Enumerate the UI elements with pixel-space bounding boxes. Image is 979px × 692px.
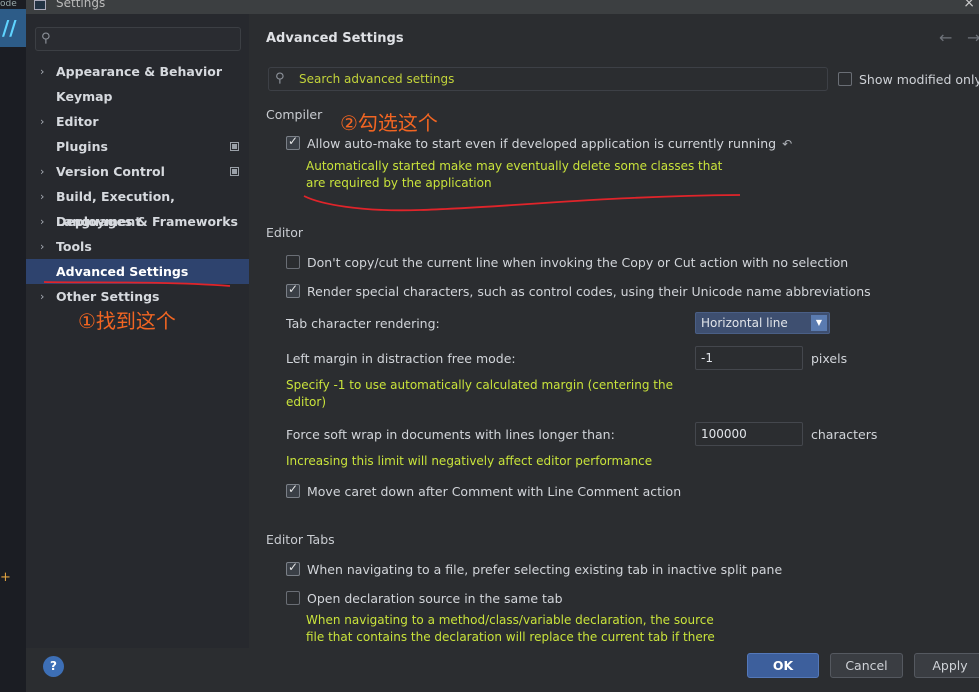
sidebar-item-label: Version Control [56, 164, 165, 179]
auto-make-hint: Automatically started make may eventuall… [306, 158, 722, 192]
chevron-right-icon[interactable]: › [40, 234, 44, 259]
advanced-settings-search[interactable]: ⚲ [268, 67, 828, 91]
sidebar-item-editor[interactable]: › Editor [26, 109, 249, 134]
left-margin-hint-line2: editor) [286, 395, 326, 409]
dialog-button-bar: ? OK Cancel Apply [26, 648, 979, 692]
auto-make-hint-line1: Automatically started make may eventuall… [306, 159, 723, 173]
project-level-icon [230, 167, 239, 176]
tab-rendering-dropdown[interactable]: Horizontal line ▼ [695, 312, 830, 334]
chevron-right-icon[interactable]: › [40, 109, 44, 134]
open-declaration-option[interactable]: Open declaration source in the same tab [286, 591, 563, 606]
move-caret-label: Move caret down after Comment with Line … [307, 484, 682, 499]
page-title: Advanced Settings [266, 31, 404, 46]
edge-top-text: ode [0, 0, 17, 8]
soft-wrap-label: Force soft wrap in documents with lines … [286, 427, 615, 442]
sidebar-item-build-execution-deployment[interactable]: › Build, Execution, Deployment [26, 184, 249, 229]
sidebar-item-advanced-settings[interactable]: Advanced Settings [26, 259, 249, 284]
sidebar-search-field[interactable]: ⚲ [35, 27, 241, 51]
left-margin-hint: Specify -1 to use automatically calculat… [286, 377, 673, 411]
soft-wrap-unit: characters [811, 427, 878, 442]
edge-editor-tab[interactable]: // [0, 9, 26, 47]
forward-arrow-icon[interactable]: → [967, 28, 979, 47]
advanced-search-input[interactable] [299, 70, 819, 88]
no-copy-checkbox[interactable] [286, 255, 300, 269]
annotation-step2: ②勾选这个 [340, 111, 438, 135]
chevron-right-icon[interactable]: › [40, 59, 44, 84]
open-declaration-checkbox[interactable] [286, 591, 300, 605]
open-declaration-hint-line1: When navigating to a method/class/variab… [306, 613, 714, 627]
prefer-existing-checkbox[interactable] [286, 560, 300, 576]
soft-wrap-hint: Increasing this limit will negatively af… [286, 454, 653, 468]
chevron-right-icon[interactable]: › [40, 284, 44, 309]
move-caret-checkbox[interactable] [286, 482, 300, 498]
ok-button[interactable]: OK [747, 653, 819, 678]
sidebar-tree: › Appearance & Behavior Keymap › Editor Plugi… [26, 59, 249, 309]
sidebar-item-appearance-behavior[interactable]: › Appearance & Behavior [26, 59, 249, 84]
checkbox-box[interactable] [838, 72, 852, 86]
help-button[interactable]: ? [43, 656, 64, 677]
soft-wrap-input[interactable]: 100000 [695, 422, 803, 446]
render-special-option[interactable]: Render special characters, such as contr… [286, 282, 871, 299]
revert-icon[interactable]: ↶ [782, 137, 792, 151]
render-special-checkbox[interactable] [286, 282, 300, 298]
apply-button[interactable]: Apply [914, 653, 979, 678]
no-copy-option[interactable]: Don't copy/cut the current line when inv… [286, 255, 848, 270]
show-modified-only-checkbox[interactable]: Show modified only [838, 72, 979, 87]
search-icon: ⚲ [41, 31, 51, 46]
search-icon: ⚲ [275, 71, 285, 86]
sidebar-item-version-control[interactable]: › Version Control [26, 159, 249, 184]
close-icon[interactable]: × [963, 0, 975, 11]
open-declaration-label: Open declaration source in the same tab [307, 591, 563, 606]
chevron-right-icon[interactable]: › [40, 184, 44, 209]
auto-make-hint-line2: are required by the application [306, 176, 492, 190]
open-declaration-hint: When navigating to a method/class/variab… [306, 612, 715, 646]
sidebar-item-languages-frameworks[interactable]: › Languages & Frameworks [26, 209, 249, 234]
render-special-label: Render special characters, such as contr… [307, 284, 871, 299]
cancel-button[interactable]: Cancel [830, 653, 903, 678]
auto-make-checkbox[interactable] [286, 134, 300, 150]
auto-make-label: Allow auto-make to start even if develop… [307, 136, 777, 151]
left-margin-input[interactable]: -1 [695, 346, 803, 370]
section-compiler-title: Compiler [266, 107, 323, 122]
sidebar-item-label: Other Settings [56, 289, 160, 304]
project-level-icon [230, 142, 239, 151]
section-editor-tabs-title: Editor Tabs [266, 532, 335, 547]
left-margin-unit: pixels [811, 351, 848, 366]
sidebar-item-label: Keymap [56, 89, 113, 104]
show-modified-label: Show modified only [859, 72, 979, 87]
background-editor-edge: ode // + [0, 0, 26, 692]
tab-render-value: Horizontal line [701, 316, 788, 330]
tab-render-label: Tab character rendering: [286, 316, 440, 331]
move-caret-option[interactable]: Move caret down after Comment with Line … [286, 482, 682, 499]
title-bar: Settings × [26, 0, 979, 14]
window-title: Settings [56, 0, 106, 10]
no-copy-label: Don't copy/cut the current line when inv… [307, 255, 849, 270]
left-margin-label: Left margin in distraction free mode: [286, 351, 516, 366]
chevron-down-icon: ▼ [811, 315, 827, 331]
sidebar-item-plugins[interactable]: Plugins [26, 134, 249, 159]
sidebar-item-label: Appearance & Behavior [56, 64, 222, 79]
section-editor-title: Editor [266, 225, 303, 240]
app-icon [34, 0, 46, 10]
chevron-right-icon[interactable]: › [40, 159, 44, 184]
chevron-right-icon[interactable]: › [40, 209, 44, 234]
back-arrow-icon[interactable]: ← [939, 28, 952, 47]
settings-window: Settings × ⚲ › Appearance & Behavior Keyma… [26, 0, 979, 692]
sidebar-item-label: Tools [56, 239, 92, 254]
auto-make-option[interactable]: Allow auto-make to start even if develop… [286, 134, 792, 151]
left-margin-hint-line1: Specify -1 to use automatically calculat… [286, 378, 673, 392]
sidebar-item-label: Languages & Frameworks [56, 214, 238, 229]
annotation-step1: ①找到这个 [78, 309, 176, 333]
sidebar-item-keymap[interactable]: Keymap [26, 84, 249, 109]
sidebar-item-label: Editor [56, 114, 99, 129]
open-declaration-hint-line2: file that contains the declaration will … [306, 630, 715, 644]
sidebar-item-label: Plugins [56, 139, 108, 154]
edge-mark: + [0, 570, 11, 585]
prefer-existing-label: When navigating to a file, prefer select… [307, 562, 783, 577]
sidebar-item-label: Advanced Settings [56, 264, 189, 279]
prefer-existing-tab-option[interactable]: When navigating to a file, prefer select… [286, 560, 783, 577]
sidebar-item-tools[interactable]: › Tools [26, 234, 249, 259]
